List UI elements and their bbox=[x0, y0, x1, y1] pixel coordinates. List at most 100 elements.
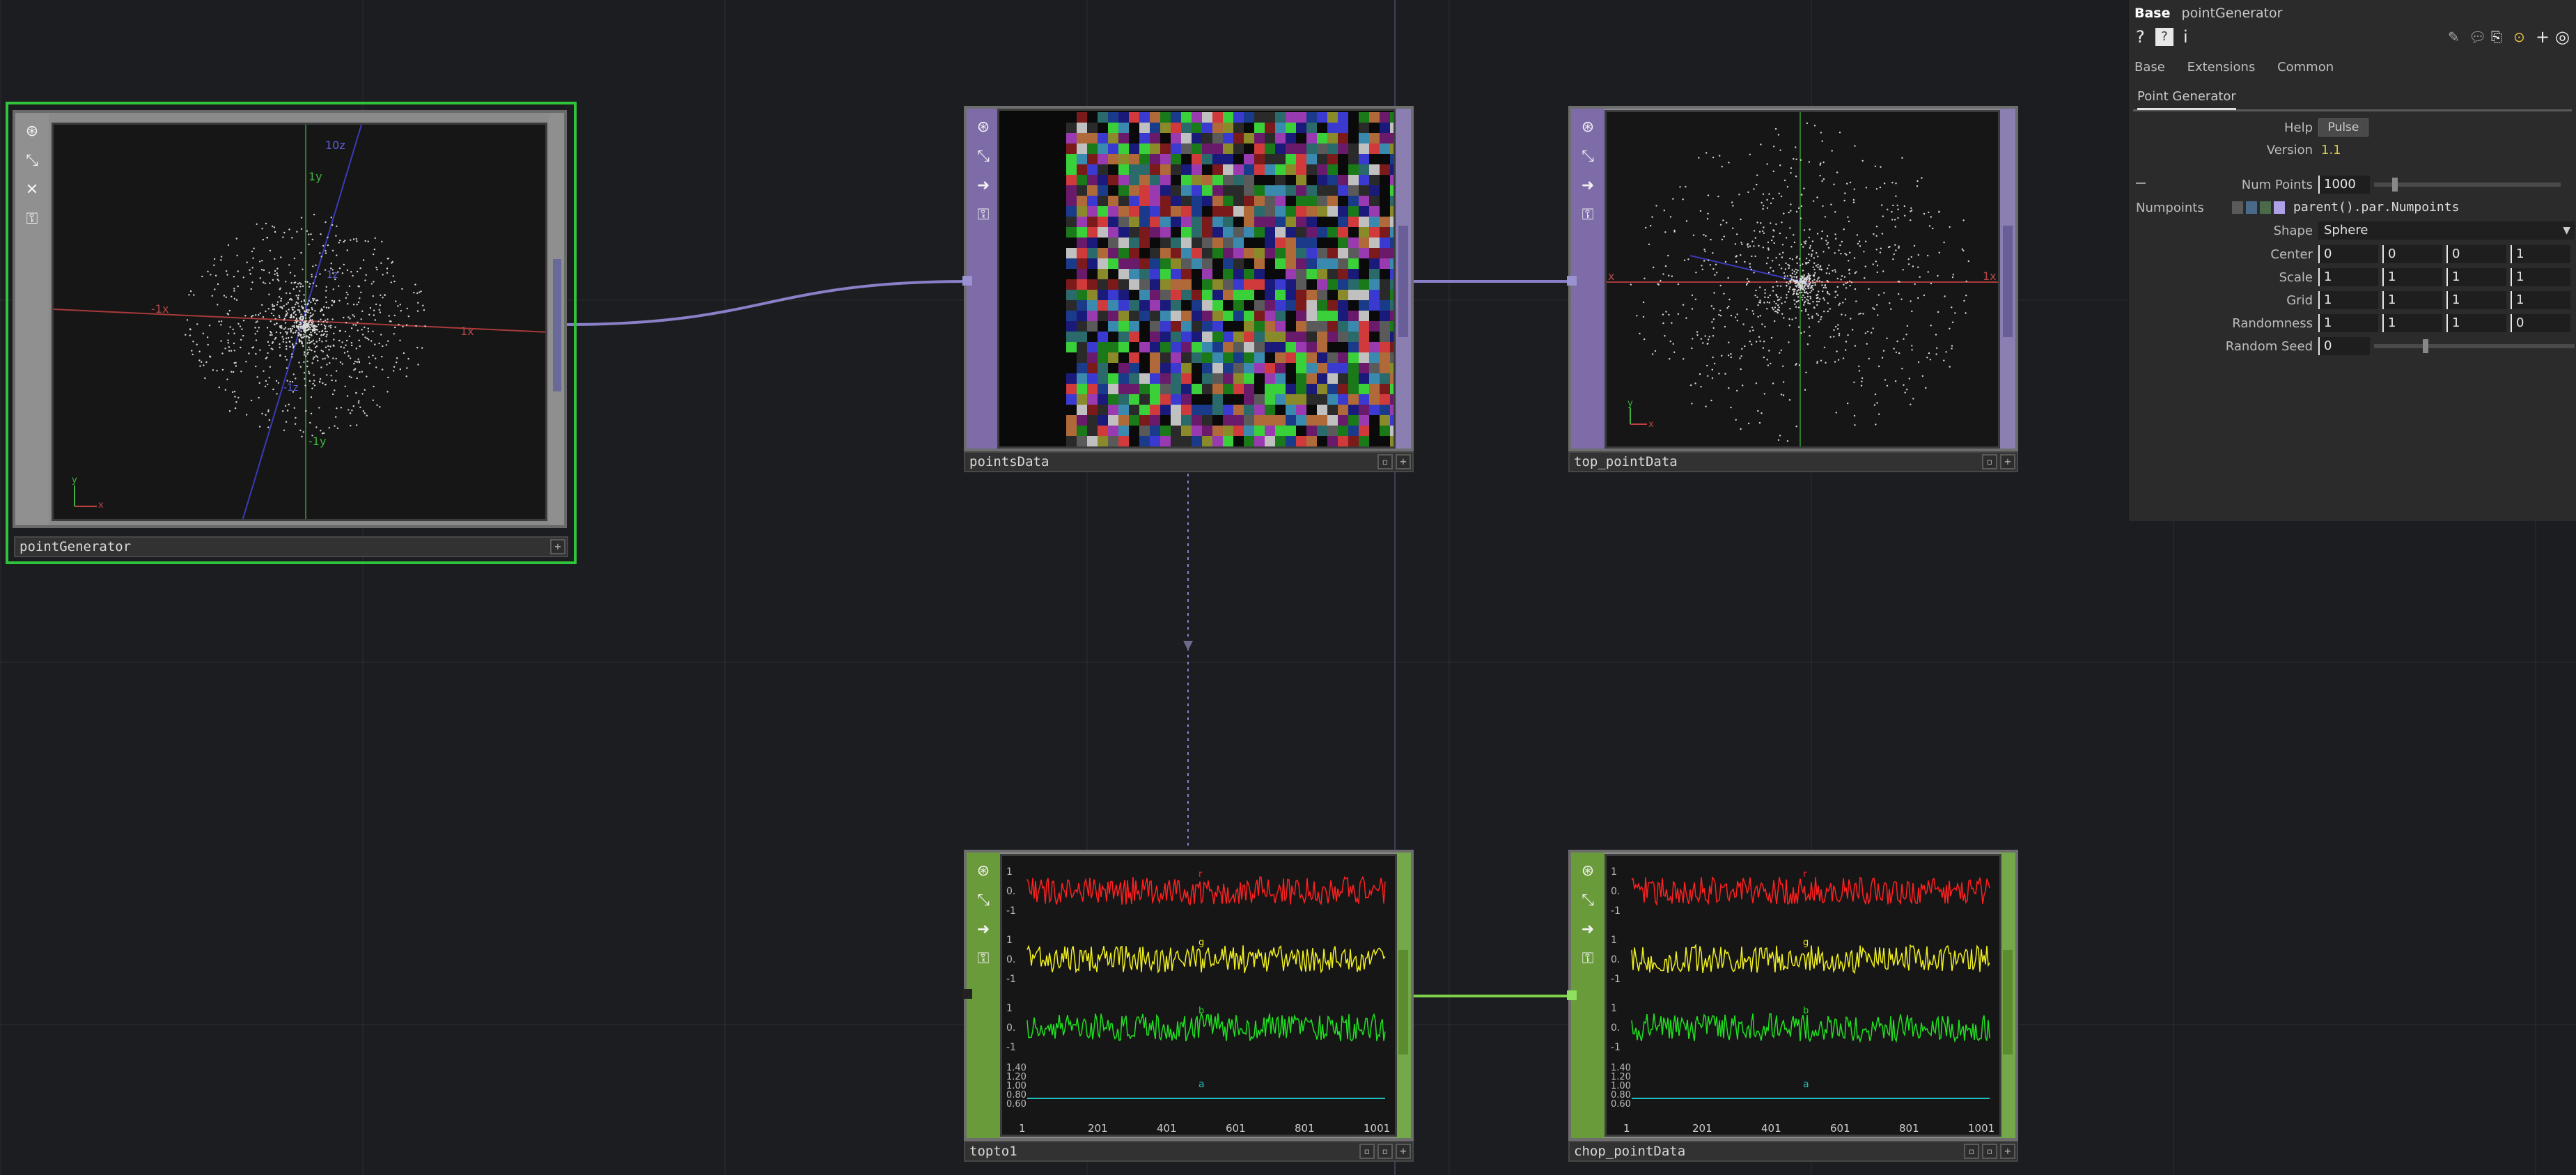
output-connector[interactable] bbox=[1398, 950, 1408, 1055]
num-points-slider-knob[interactable] bbox=[2392, 178, 2398, 192]
bypass-icon[interactable]: ⤡ bbox=[1577, 146, 1598, 167]
grid-field-0[interactable]: 1 bbox=[2318, 291, 2378, 309]
help-pulse-button[interactable]: Pulse bbox=[2318, 118, 2368, 137]
node-topto1[interactable]: ⊛ ⤡ ➜ ⚿ 1 0. -1 r 1 0. -1 g 1 0. -1 b 1.40 1.20 1.00 0.… bbox=[962, 850, 1414, 1141]
node-pointsdata[interactable]: ⊛ ⤡ ➜ ⚿ bbox=[962, 106, 1414, 451]
export-icon[interactable]: ➜ bbox=[973, 176, 994, 196]
node-name-topto1[interactable]: topto1 ▫ ▫ + bbox=[964, 1141, 1414, 1162]
num-points-field[interactable]: 1000 bbox=[2318, 176, 2370, 194]
chop-pointdata-channel-viewer[interactable]: 1 0. -1 r 1 0. -1 g 1 0. -1 b 1.40 1.20 1.00 0.80 0.60 a 1… bbox=[1605, 854, 2001, 1137]
grid-field-2[interactable]: 1 bbox=[2446, 291, 2506, 309]
node-chop-pointdata[interactable]: ⊛ ⤡ ➜ ⚿ 1 0. -1 r 1 0. -1 g 1 0. -1 b 1.40 1.20 1.00 0.… bbox=[1567, 850, 2018, 1141]
op-type: Base bbox=[2134, 6, 2171, 21]
channel-name: a bbox=[1199, 1079, 1205, 1090]
center-field-3[interactable]: 1 bbox=[2511, 245, 2570, 263]
node-name-pointsdata[interactable]: pointsData ▫ + bbox=[964, 451, 1414, 472]
viewer-toggle-icon[interactable]: ⊛ bbox=[22, 121, 42, 142]
viewer-toggle-icon[interactable]: ⊛ bbox=[1577, 861, 1598, 882]
randomness-field-2[interactable]: 1 bbox=[2446, 314, 2506, 332]
mode-expression-icon[interactable] bbox=[2246, 201, 2257, 214]
python-icon[interactable]: ⊙ bbox=[2513, 25, 2525, 49]
bypass-icon[interactable]: ⤡ bbox=[973, 890, 994, 911]
top-pointdata-viewer[interactable]: 1x x x y bbox=[1605, 110, 2000, 449]
output-connector[interactable] bbox=[2003, 226, 2013, 337]
viewer-icon[interactable]: ▫ bbox=[1377, 454, 1393, 469]
viewer-icon[interactable]: ▫ bbox=[1377, 1144, 1393, 1159]
tab-extensions[interactable]: Extensions bbox=[2187, 60, 2256, 75]
randomness-field-0[interactable]: 1 bbox=[2318, 314, 2378, 332]
node-name-chop-pointdata[interactable]: chop_pointData ▫ ▫ + bbox=[1568, 1141, 2018, 1162]
random-seed-field[interactable]: 0 bbox=[2318, 337, 2370, 355]
input-connector[interactable] bbox=[962, 989, 972, 999]
mode-export-icon[interactable] bbox=[2260, 201, 2271, 214]
bypass-icon[interactable]: ⤡ bbox=[1577, 890, 1598, 911]
viewer-toggle-icon[interactable]: ⊛ bbox=[973, 861, 994, 882]
node-pointgenerator[interactable]: ⊛ ⤡ ✕ ⚿ 10z 1y -1y 1x -1x 1z -1z x y bbox=[13, 110, 567, 528]
edit-icon[interactable]: ✎ bbox=[2448, 25, 2460, 49]
bypass-icon[interactable]: ⤡ bbox=[973, 146, 994, 167]
tab-base[interactable]: Base bbox=[2134, 60, 2165, 75]
input-connector[interactable] bbox=[1567, 276, 1577, 286]
grid-field-3[interactable]: 1 bbox=[2511, 291, 2570, 309]
center-field-1[interactable]: 0 bbox=[2382, 245, 2442, 263]
pointgenerator-viewer[interactable]: 10z 1y -1y 1x -1x 1z -1z x y bbox=[52, 123, 547, 521]
lock-icon[interactable]: ⚿ bbox=[1577, 949, 1598, 970]
viewer-icon[interactable]: ▫ bbox=[1964, 1144, 1979, 1159]
topto1-channel-viewer[interactable]: 1 0. -1 r 1 0. -1 g 1 0. -1 b 1.40 1.20 1.00 0.80 0.60 a 1… bbox=[1000, 854, 1397, 1137]
bypass-icon[interactable]: ⤡ bbox=[22, 150, 42, 171]
copy-icon[interactable]: ⎘ bbox=[2491, 25, 2502, 49]
scale-field-3[interactable]: 1 bbox=[2511, 268, 2570, 286]
numpoints-expression[interactable]: parent().par.Numpoints bbox=[2293, 200, 2459, 215]
lock-icon[interactable]: ⚿ bbox=[22, 209, 42, 230]
close-icon[interactable]: ✕ bbox=[22, 180, 42, 201]
viewer-icon[interactable]: ▫ bbox=[1982, 1144, 1997, 1159]
output-connector[interactable] bbox=[1398, 226, 1408, 337]
add-icon[interactable]: + bbox=[2536, 25, 2550, 49]
add-icon[interactable]: + bbox=[550, 539, 565, 554]
mode-bind-icon[interactable] bbox=[2274, 201, 2285, 214]
viewer-toggle-icon[interactable]: ⊛ bbox=[1577, 117, 1598, 138]
op-name[interactable]: pointGenerator bbox=[2182, 6, 2283, 21]
lock-icon[interactable]: ⚿ bbox=[1577, 205, 1598, 226]
help-icon[interactable]: ? bbox=[2136, 25, 2145, 49]
target-icon[interactable]: ◎ bbox=[2555, 25, 2570, 49]
viewer-icon[interactable]: ▫ bbox=[1359, 1144, 1375, 1159]
grid-field-1[interactable]: 1 bbox=[2382, 291, 2442, 309]
add-icon[interactable]: + bbox=[2000, 454, 2015, 469]
output-connector[interactable] bbox=[553, 259, 561, 391]
info-icon[interactable]: i bbox=[2183, 25, 2188, 49]
lock-icon[interactable]: ⚿ bbox=[973, 949, 994, 970]
pointsdata-viewer[interactable] bbox=[997, 109, 1396, 449]
random-seed-slider-knob[interactable] bbox=[2423, 339, 2428, 353]
export-icon[interactable]: ➜ bbox=[1577, 176, 1598, 196]
scale-field-0[interactable]: 1 bbox=[2318, 268, 2378, 286]
add-icon[interactable]: + bbox=[2000, 1144, 2015, 1159]
tab-point-generator[interactable]: Point Generator bbox=[2137, 89, 2236, 110]
add-icon[interactable]: + bbox=[1396, 454, 1411, 469]
center-field-0[interactable]: 0 bbox=[2318, 245, 2378, 263]
viewer-icon[interactable]: ▫ bbox=[1982, 454, 1997, 469]
tab-common[interactable]: Common bbox=[2277, 60, 2334, 75]
lock-icon[interactable]: ⚿ bbox=[973, 205, 994, 226]
node-name-top-pointdata[interactable]: top_pointData ▫ + bbox=[1568, 451, 2018, 472]
center-field-2[interactable]: 0 bbox=[2446, 245, 2506, 263]
node-top-pointdata[interactable]: ⊛ ⤡ ➜ ⚿ 1x x x y bbox=[1567, 106, 2018, 451]
comment-icon[interactable]: 💬︎ bbox=[2469, 25, 2486, 49]
num-points-slider-track[interactable] bbox=[2374, 182, 2561, 187]
export-icon[interactable]: ➜ bbox=[973, 919, 994, 940]
scale-field-1[interactable]: 1 bbox=[2382, 268, 2442, 286]
random-seed-slider-track[interactable] bbox=[2374, 344, 2575, 348]
add-icon[interactable]: + bbox=[1396, 1144, 1411, 1159]
input-connector[interactable] bbox=[962, 276, 972, 286]
randomness-field-3[interactable]: 0 bbox=[2511, 314, 2570, 332]
input-connector[interactable] bbox=[1567, 990, 1577, 1000]
node-name-pointgenerator[interactable]: pointGenerator + bbox=[14, 536, 568, 557]
python-help-icon[interactable]: ? bbox=[2155, 28, 2173, 46]
shape-dropdown[interactable]: Sphere ▼ bbox=[2318, 221, 2575, 240]
export-icon[interactable]: ➜ bbox=[1577, 919, 1598, 940]
output-connector[interactable] bbox=[2003, 950, 2013, 1055]
mode-constant-icon[interactable] bbox=[2232, 201, 2243, 214]
viewer-toggle-icon[interactable]: ⊛ bbox=[973, 117, 994, 138]
scale-field-2[interactable]: 1 bbox=[2446, 268, 2506, 286]
randomness-field-1[interactable]: 1 bbox=[2382, 314, 2442, 332]
